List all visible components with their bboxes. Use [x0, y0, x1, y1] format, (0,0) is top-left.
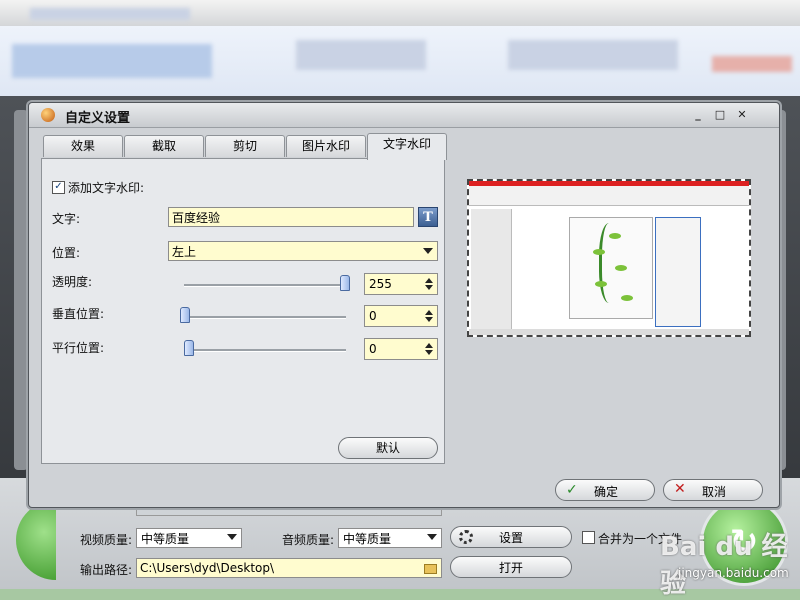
horizontal-slider-handle[interactable]	[184, 340, 194, 356]
tab-capture[interactable]: 截取	[124, 135, 204, 157]
audio-quality-value: 中等质量	[343, 531, 392, 546]
arrow-down-icon[interactable]	[425, 317, 433, 322]
ok-button-label: 确定	[594, 485, 619, 499]
baidu-watermark-url: jingyan.baidu.com	[678, 566, 789, 580]
gear-icon	[459, 530, 473, 544]
settings-button-label: 设置	[498, 530, 523, 545]
close-icon[interactable]: ✕	[735, 108, 749, 122]
arrow-down-icon[interactable]	[425, 285, 433, 290]
arrow-up-icon[interactable]	[425, 343, 433, 348]
tab-text-watermark[interactable]: 文字水印	[367, 133, 447, 160]
vertical-slider-handle[interactable]	[180, 307, 190, 323]
maximize-icon[interactable]: □	[713, 108, 727, 122]
vertical-position-stepper[interactable]: 0	[364, 305, 438, 327]
text-watermark-panel: ✓ 添加文字水印: 文字: 百度经验 T 位置: 左上 透明度: 255 垂直位…	[41, 158, 445, 464]
preview-title-strip	[469, 181, 749, 186]
preview-statusbar	[469, 329, 749, 335]
tab-image-watermark[interactable]: 图片水印	[286, 135, 366, 157]
dialog-titlebar[interactable]: 自定义设置 _ □ ✕	[29, 103, 779, 128]
check-icon: ✓	[566, 482, 578, 498]
tab-cut[interactable]: 剪切	[205, 135, 285, 157]
blurred-title	[30, 8, 190, 20]
position-select[interactable]: 左上	[168, 241, 438, 261]
horizontal-slider-track[interactable]	[184, 349, 346, 352]
arrow-up-icon[interactable]	[425, 278, 433, 283]
horizontal-position-label: 平行位置:	[52, 341, 105, 355]
preview-image	[467, 179, 751, 337]
preview-leaf	[593, 249, 605, 255]
vertical-position-value: 0	[369, 309, 377, 323]
settings-button[interactable]: 设置	[450, 526, 572, 548]
video-quality-label: 视频质量:	[80, 533, 133, 547]
enable-text-watermark-label: 添加文字水印:	[68, 181, 145, 195]
video-quality-value: 中等质量	[141, 531, 190, 546]
opacity-slider-track[interactable]	[184, 284, 346, 287]
blurred-banner	[508, 40, 678, 70]
merge-checkbox[interactable]	[582, 531, 595, 544]
open-button-label: 打开	[498, 560, 523, 575]
text-input[interactable]: 百度经验	[168, 207, 414, 227]
audio-quality-label: 音频质量:	[282, 533, 335, 547]
position-label: 位置:	[52, 246, 81, 260]
enable-text-watermark-checkbox[interactable]: ✓	[52, 181, 65, 194]
blurred-banner	[296, 40, 426, 70]
folder-icon[interactable]	[424, 564, 437, 574]
text-input-value: 百度经验	[172, 210, 221, 225]
app-icon	[41, 108, 55, 122]
chevron-down-icon	[423, 248, 433, 254]
font-settings-button[interactable]: T	[418, 207, 438, 227]
chevron-down-icon	[427, 534, 437, 540]
blurred-banner	[712, 56, 792, 72]
video-quality-select[interactable]: 中等质量	[136, 528, 242, 548]
preview-leaf	[609, 233, 621, 239]
close-icon: ✕	[674, 481, 686, 497]
dialog-title: 自定义设置	[65, 111, 131, 126]
horizontal-position-stepper[interactable]: 0	[364, 338, 438, 360]
default-button[interactable]: 默认	[338, 437, 438, 459]
cancel-button-label: 取消	[702, 485, 727, 499]
custom-settings-dialog: 自定义设置 _ □ ✕ 效果 截取 剪切 图片水印 文字水印 ✓ 添加文字水印:…	[28, 102, 780, 508]
open-button[interactable]: 打开	[450, 556, 572, 578]
blurred-banner	[12, 44, 212, 78]
text-label: 文字:	[52, 212, 81, 226]
output-path-field[interactable]: C:\Users\dyd\Desktop\	[136, 558, 442, 578]
preview-leaf	[615, 265, 627, 271]
horizontal-position-value: 0	[369, 342, 377, 356]
cancel-button[interactable]: ✕ 取消	[663, 479, 763, 501]
preview-leaf	[595, 281, 607, 287]
tab-effect[interactable]: 效果	[43, 135, 123, 157]
opacity-slider-handle[interactable]	[340, 275, 350, 291]
preview-leaf	[621, 295, 633, 301]
vertical-position-label: 垂直位置:	[52, 307, 105, 321]
minimize-icon[interactable]: _	[691, 108, 705, 122]
output-path-value: C:\Users\dyd\Desktop\	[140, 561, 275, 575]
vertical-slider-track[interactable]	[184, 316, 346, 319]
preview-thumbnail-pane	[471, 209, 512, 331]
arrow-down-icon[interactable]	[425, 350, 433, 355]
baidu-watermark: Bai du 经验	[660, 532, 788, 599]
ok-button[interactable]: ✓ 确定	[555, 479, 655, 501]
position-value: 左上	[172, 244, 197, 259]
left-edge-panel	[14, 110, 28, 470]
preview-side-panel	[655, 217, 701, 327]
output-path-label: 输出路径:	[80, 563, 133, 577]
opacity-stepper[interactable]: 255	[364, 273, 438, 295]
arrow-up-icon[interactable]	[425, 310, 433, 315]
opacity-value: 255	[369, 277, 392, 291]
chevron-down-icon	[227, 534, 237, 540]
opacity-label: 透明度:	[52, 275, 93, 289]
audio-quality-select[interactable]: 中等质量	[338, 528, 442, 548]
